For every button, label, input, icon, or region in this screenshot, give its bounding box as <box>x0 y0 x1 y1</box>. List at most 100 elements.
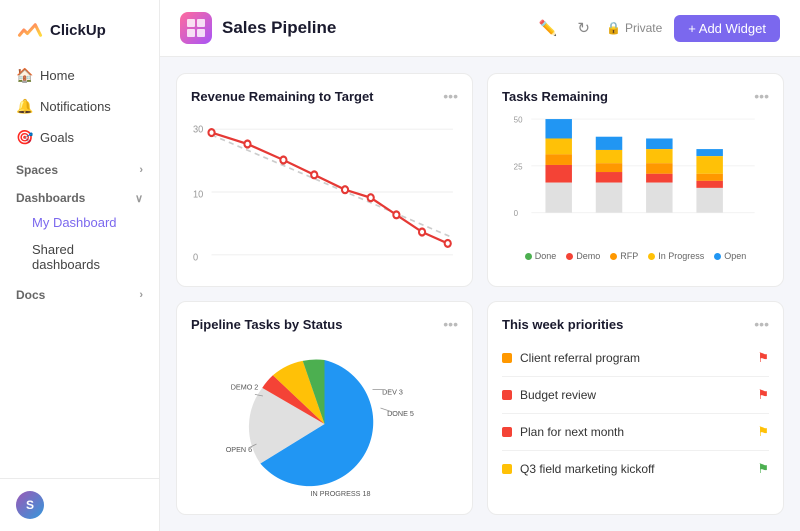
priority-dot-3 <box>502 464 512 474</box>
spaces-section[interactable]: Spaces › <box>0 153 159 181</box>
priority-item-3-left: Q3 field marketing kickoff <box>502 462 655 476</box>
priority-item-1-text: Budget review <box>520 388 596 402</box>
priority-item-1: Budget review ⚑ <box>502 377 769 414</box>
private-badge: 🔒 Private <box>606 21 662 35</box>
priority-item-0-text: Client referral program <box>520 351 640 365</box>
svg-text:25: 25 <box>514 162 523 171</box>
priority-item-2-text: Plan for next month <box>520 425 624 439</box>
sidebar-item-goals[interactable]: 🎯 Goals <box>0 122 159 153</box>
legend-done: Done <box>525 251 557 261</box>
priority-dot-1 <box>502 390 512 400</box>
widget-tasks-menu[interactable]: ••• <box>754 88 769 104</box>
sidebar-item-home[interactable]: 🏠 Home <box>0 60 159 91</box>
sidebar-footer: S <box>0 478 159 531</box>
bar-chart-legend: Done Demo RFP In Progress <box>502 251 769 261</box>
edit-button[interactable]: ✏️ <box>535 15 562 41</box>
priority-flag-2: ⚑ <box>757 424 769 440</box>
widget-tasks: Tasks Remaining ••• 50 25 0 <box>487 73 784 287</box>
page-icon-grid <box>182 14 210 42</box>
logo-text: ClickUp <box>50 22 106 39</box>
widget-priorities-menu[interactable]: ••• <box>754 316 769 332</box>
page-title: Sales Pipeline <box>222 18 336 38</box>
priority-item-0-left: Client referral program <box>502 351 640 365</box>
legend-rfp: RFP <box>610 251 638 261</box>
priority-item-3-text: Q3 field marketing kickoff <box>520 462 655 476</box>
goals-icon: 🎯 <box>16 129 32 146</box>
widget-revenue-menu[interactable]: ••• <box>443 88 458 104</box>
logo[interactable]: ClickUp <box>0 0 159 56</box>
svg-text:DEV 3: DEV 3 <box>382 387 403 396</box>
widget-pipeline-title: Pipeline Tasks by Status <box>191 317 342 332</box>
priority-item-1-left: Budget review <box>502 388 596 402</box>
priority-flag-0: ⚑ <box>757 350 769 366</box>
sidebar-item-shared-dashboards[interactable]: Shared dashboards <box>0 236 159 278</box>
widget-revenue-header: Revenue Remaining to Target ••• <box>191 88 458 104</box>
priority-item-0: Client referral program ⚑ <box>502 340 769 377</box>
legend-open: Open <box>714 251 746 261</box>
svg-text:0: 0 <box>193 252 199 264</box>
my-dashboard-label: My Dashboard <box>32 215 117 230</box>
legend-in-progress: In Progress <box>648 251 704 261</box>
dashboards-chevron-icon: ∨ <box>135 192 143 205</box>
widget-tasks-content: 50 25 0 <box>502 112 769 272</box>
widget-pipeline-menu[interactable]: ••• <box>443 316 458 332</box>
sidebar: ClickUp 🏠 Home 🔔 Notifications 🎯 Goals S… <box>0 0 160 531</box>
priority-flag-3: ⚑ <box>757 461 769 477</box>
docs-section[interactable]: Docs › <box>0 278 159 306</box>
svg-text:30: 30 <box>193 124 204 136</box>
refresh-button[interactable]: ↻ <box>573 15 594 41</box>
bell-icon: 🔔 <box>16 98 32 115</box>
priority-item-3: Q3 field marketing kickoff ⚑ <box>502 451 769 487</box>
add-widget-button[interactable]: + Add Widget <box>674 15 780 42</box>
widget-revenue-title: Revenue Remaining to Target <box>191 89 374 104</box>
widget-revenue-content: 30 10 0 <box>191 112 458 272</box>
widget-pipeline-content: DEV 3 DONE 5 IN PROGRESS 18 OPEN 6 DEMO … <box>191 340 458 500</box>
dashboards-label: Dashboards <box>16 191 85 205</box>
page-icon <box>180 12 212 44</box>
priority-flag-1: ⚑ <box>757 387 769 403</box>
topbar: Sales Pipeline ✏️ ↻ 🔒 Private + Add Widg… <box>160 0 800 57</box>
widget-tasks-title: Tasks Remaining <box>502 89 608 104</box>
sidebar-item-home-label: Home <box>40 68 75 83</box>
topbar-left: Sales Pipeline <box>180 12 336 44</box>
svg-text:DONE 5: DONE 5 <box>387 409 414 418</box>
svg-text:IN PROGRESS 18: IN PROGRESS 18 <box>311 489 371 498</box>
widget-priorities-header: This week priorities ••• <box>502 316 769 332</box>
widget-priorities-content: Client referral program ⚑ Budget review … <box>502 340 769 500</box>
docs-chevron-icon: › <box>139 289 143 301</box>
spaces-chevron-icon: › <box>139 164 143 176</box>
widget-priorities-title: This week priorities <box>502 317 623 332</box>
priority-dot-2 <box>502 427 512 437</box>
sidebar-item-my-dashboard[interactable]: My Dashboard <box>0 209 159 236</box>
svg-text:50: 50 <box>514 116 523 125</box>
avatar-initial: S <box>26 498 34 512</box>
svg-text:DEMO 2: DEMO 2 <box>231 383 259 392</box>
sidebar-navigation: 🏠 Home 🔔 Notifications 🎯 Goals Spaces › … <box>0 56 159 478</box>
priority-list: Client referral program ⚑ Budget review … <box>502 340 769 487</box>
shared-dashboards-label: Shared dashboards <box>32 242 143 272</box>
svg-text:10: 10 <box>193 189 204 201</box>
svg-text:0: 0 <box>514 209 519 218</box>
topbar-right: ✏️ ↻ 🔒 Private + Add Widget <box>535 15 780 42</box>
spaces-label: Spaces <box>16 163 58 177</box>
lock-icon: 🔒 <box>606 21 621 35</box>
priority-dot-0 <box>502 353 512 363</box>
priority-item-2: Plan for next month ⚑ <box>502 414 769 451</box>
main-content: Sales Pipeline ✏️ ↻ 🔒 Private + Add Widg… <box>160 0 800 531</box>
sidebar-item-notifications[interactable]: 🔔 Notifications <box>0 91 159 122</box>
private-label: Private <box>625 21 662 35</box>
dashboard: Revenue Remaining to Target ••• 30 10 0 <box>160 57 800 531</box>
widget-tasks-header: Tasks Remaining ••• <box>502 88 769 104</box>
home-icon: 🏠 <box>16 67 32 84</box>
widget-pipeline-header: Pipeline Tasks by Status ••• <box>191 316 458 332</box>
legend-demo: Demo <box>566 251 600 261</box>
docs-label: Docs <box>16 288 45 302</box>
widget-revenue: Revenue Remaining to Target ••• 30 10 0 <box>176 73 473 287</box>
sidebar-item-goals-label: Goals <box>40 130 74 145</box>
avatar[interactable]: S <box>16 491 44 519</box>
svg-text:OPEN 6: OPEN 6 <box>226 445 252 454</box>
widget-pipeline: Pipeline Tasks by Status ••• <box>176 301 473 515</box>
clickup-logo-icon <box>16 16 44 44</box>
sidebar-item-notifications-label: Notifications <box>40 99 111 114</box>
dashboards-section[interactable]: Dashboards ∨ <box>0 181 159 209</box>
